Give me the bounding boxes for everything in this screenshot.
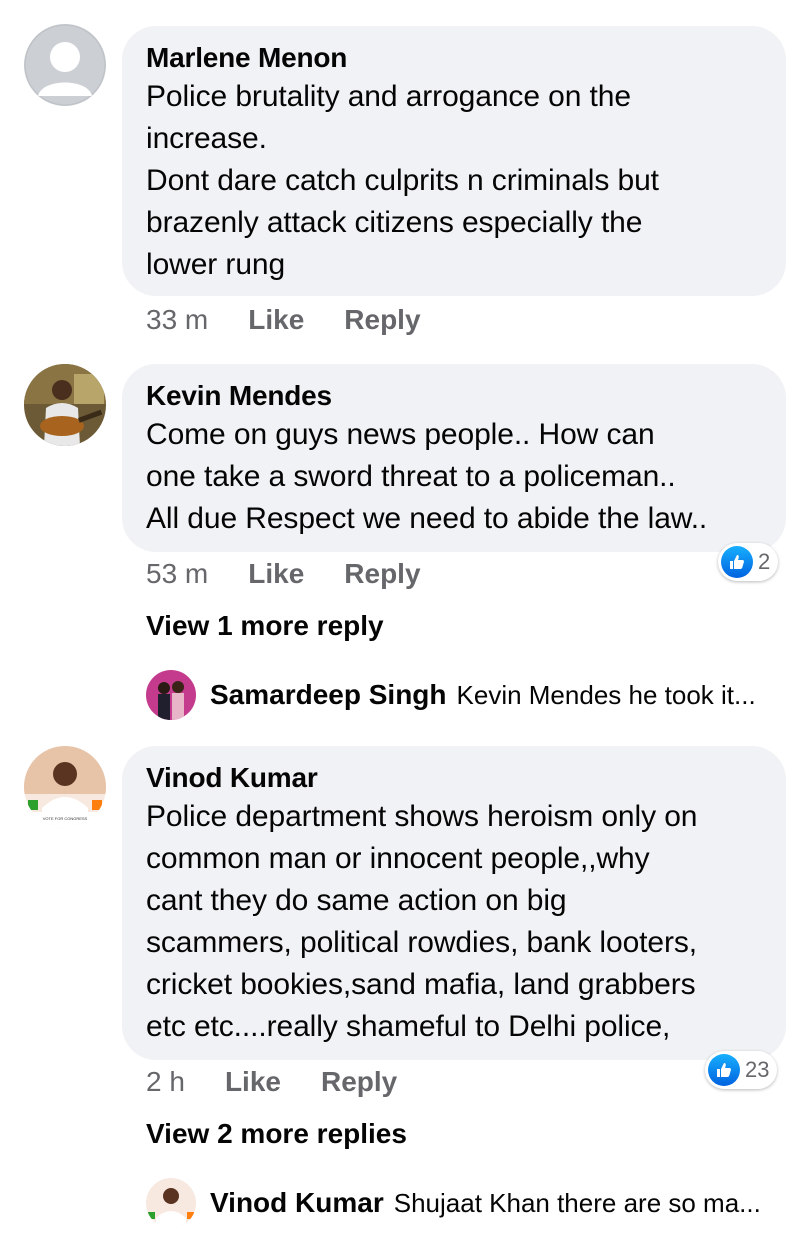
profile-photo-icon: [146, 670, 196, 720]
profile-photo-icon: [24, 364, 106, 446]
reply-button[interactable]: Reply: [344, 558, 420, 590]
comment-actions: 53 m Like Reply: [146, 558, 421, 590]
like-button[interactable]: Like: [225, 1066, 281, 1098]
comment-author[interactable]: Kevin Mendes: [146, 378, 762, 414]
reaction-summary[interactable]: 2: [718, 543, 779, 581]
comment-bubble: Marlene Menon Police brutality and arrog…: [122, 26, 786, 296]
reaction-summary[interactable]: 23: [705, 1051, 778, 1089]
comment-text: Come on guys news people.. How can one t…: [146, 418, 708, 535]
profile-photo-icon: VOTE FOR CONGRESS: [24, 746, 106, 828]
reply-text: Kevin Mendes he took it...: [456, 679, 756, 710]
view-more-replies[interactable]: View 2 more replies: [146, 1118, 407, 1150]
comment-text: Police brutality and arrogance on the in…: [146, 80, 659, 281]
reply-author[interactable]: Samardeep Singh: [210, 679, 447, 711]
avatar[interactable]: VOTE FOR CONGRESS: [24, 746, 106, 828]
like-reaction-icon: [708, 1054, 740, 1086]
view-more-replies[interactable]: View 1 more reply: [146, 610, 384, 642]
reply-text: Shujaat Khan there are so ma...: [393, 1187, 761, 1218]
comment-bubble: Vinod Kumar Police department shows hero…: [122, 746, 786, 1060]
reply-preview[interactable]: Vinod Kumar Shujaat Khan there are so ma…: [146, 1178, 761, 1228]
default-profile-icon: [24, 24, 106, 106]
reaction-count: 23: [745, 1057, 770, 1082]
profile-photo-icon: [146, 1178, 196, 1228]
comment-text: Police department shows heroism only on …: [146, 800, 698, 1043]
comment-author[interactable]: Vinod Kumar: [146, 760, 762, 796]
avatar[interactable]: [146, 1178, 196, 1228]
reply-button[interactable]: Reply: [344, 304, 420, 336]
comment-timestamp[interactable]: 2 h: [146, 1066, 185, 1098]
comment-author[interactable]: Marlene Menon: [146, 40, 762, 76]
reaction-count: 2: [758, 549, 771, 574]
like-button[interactable]: Like: [248, 558, 304, 590]
comment-actions: 33 m Like Reply: [146, 304, 421, 336]
reply-preview[interactable]: Samardeep Singh Kevin Mendes he took it.…: [146, 670, 756, 720]
reply-button[interactable]: Reply: [321, 1066, 397, 1098]
comment-bubble: Kevin Mendes Come on guys news people.. …: [122, 364, 786, 552]
comment-actions: 2 h Like Reply: [146, 1066, 397, 1098]
avatar[interactable]: [24, 364, 106, 446]
like-reaction-icon: [721, 546, 753, 578]
like-button[interactable]: Like: [248, 304, 304, 336]
svg-text:VOTE FOR CONGRESS: VOTE FOR CONGRESS: [43, 816, 88, 821]
avatar[interactable]: [146, 670, 196, 720]
reply-author[interactable]: Vinod Kumar: [210, 1187, 384, 1219]
comment-timestamp[interactable]: 53 m: [146, 558, 208, 590]
comment-timestamp[interactable]: 33 m: [146, 304, 208, 336]
avatar[interactable]: [24, 24, 106, 106]
